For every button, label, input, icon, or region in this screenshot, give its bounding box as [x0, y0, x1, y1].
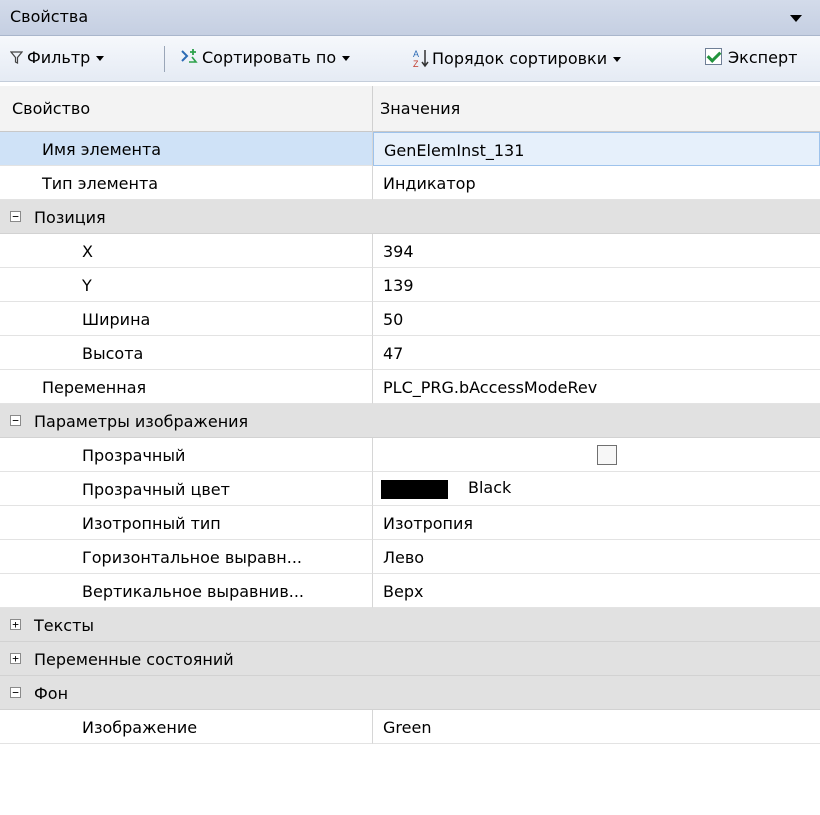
expert-toggle[interactable]: Эксперт — [705, 48, 797, 67]
svg-text:Z: Z — [413, 59, 419, 68]
filter-icon — [9, 51, 24, 64]
property-label: Высота — [82, 344, 144, 363]
property-row-v-align[interactable]: Вертикальное выравнив... Верх — [0, 574, 820, 608]
svg-text:A: A — [413, 49, 419, 59]
property-value[interactable]: 394 — [383, 242, 414, 261]
property-row-width[interactable]: Ширина 50 — [0, 302, 820, 336]
toolbar-separator — [164, 46, 165, 72]
panel-menu-dropdown-icon[interactable] — [790, 15, 802, 22]
sort-order-button[interactable]: A Z Порядок сортировки — [412, 48, 622, 69]
sort-by-dropdown-icon — [342, 56, 351, 61]
category-label: Фон — [34, 684, 69, 703]
expand-icon[interactable]: + — [10, 653, 21, 664]
header-values: Значения — [380, 99, 461, 118]
property-value[interactable]: Black — [468, 478, 511, 497]
property-label: Ширина — [82, 310, 151, 329]
property-value[interactable]: Индикатор — [383, 174, 476, 193]
property-value[interactable]: 139 — [383, 276, 414, 295]
header-property: Свойство — [12, 99, 91, 118]
property-row-h-align[interactable]: Горизонтальное выравн... Лево — [0, 540, 820, 574]
collapse-icon[interactable]: − — [10, 211, 21, 222]
collapse-icon[interactable]: − — [10, 415, 21, 426]
category-label: Позиция — [34, 208, 106, 227]
property-label: Прозрачный цвет — [82, 480, 230, 499]
grid-header: Свойство Значения — [0, 86, 820, 132]
expert-label: Эксперт — [728, 48, 798, 67]
property-label: Прозрачный — [82, 446, 186, 465]
property-row-image[interactable]: Изображение Green — [0, 710, 820, 744]
expert-checkbox[interactable] — [705, 48, 722, 65]
sort-by-button[interactable]: Сортировать по — [180, 48, 351, 67]
property-value[interactable]: Изотропия — [383, 514, 473, 533]
property-label: Имя элемента — [42, 140, 162, 159]
collapse-icon[interactable]: − — [10, 687, 21, 698]
filter-label: Фильтр — [27, 48, 91, 67]
panel-title: Свойства — [10, 7, 89, 26]
property-row-height[interactable]: Высота 47 — [0, 336, 820, 370]
sort-by-label: Сортировать по — [202, 48, 337, 67]
category-label: Тексты — [34, 616, 95, 635]
property-value[interactable]: Лево — [383, 548, 424, 567]
property-grid: Имя элемента GenElemInst_131 Тип элемент… — [0, 132, 820, 744]
sort-az-icon: AZ — [413, 49, 429, 69]
property-row-x[interactable]: X 394 — [0, 234, 820, 268]
property-label: Горизонтальное выравн... — [82, 548, 302, 567]
property-label: X — [82, 242, 93, 261]
property-label: Вертикальное выравнив... — [82, 582, 304, 601]
property-row-transparent[interactable]: Прозрачный — [0, 438, 820, 472]
property-value[interactable]: 50 — [383, 310, 403, 329]
property-row-variable[interactable]: Переменная PLC_PRG.bAccessModeRev — [0, 370, 820, 404]
property-value[interactable]: 47 — [383, 344, 403, 363]
category-row-background[interactable]: − Фон — [0, 676, 820, 710]
property-label: Изображение — [82, 718, 198, 737]
filter-button[interactable]: Фильтр — [9, 48, 105, 67]
color-swatch — [381, 480, 448, 499]
category-row-texts[interactable]: + Тексты — [0, 608, 820, 642]
sort-icon — [181, 49, 198, 63]
property-row-type[interactable]: Тип элемента Индикатор — [0, 166, 820, 200]
property-label: Тип элемента — [42, 174, 159, 193]
property-value[interactable]: Green — [383, 718, 431, 737]
property-row-name[interactable]: Имя элемента GenElemInst_131 — [0, 132, 820, 166]
properties-toolbar: Фильтр Сортировать по A Z Порядок сортиров… — [0, 36, 820, 82]
category-label: Параметры изображения — [34, 412, 249, 431]
expand-icon[interactable]: + — [10, 619, 21, 630]
category-label: Переменные состояний — [34, 650, 234, 669]
transparent-checkbox[interactable] — [597, 445, 617, 465]
category-row-position[interactable]: − Позиция — [0, 200, 820, 234]
property-value[interactable]: Верх — [383, 582, 423, 601]
property-label: Изотропный тип — [82, 514, 221, 533]
property-label: Y — [82, 276, 92, 295]
category-row-state-vars[interactable]: + Переменные состояний — [0, 642, 820, 676]
property-value-input[interactable]: GenElemInst_131 — [384, 141, 524, 160]
panel-titlebar: Свойства — [0, 0, 820, 36]
sort-order-dropdown-icon — [613, 57, 622, 62]
filter-dropdown-icon — [96, 56, 105, 61]
column-divider[interactable] — [372, 86, 373, 132]
property-value[interactable]: PLC_PRG.bAccessModeRev — [383, 378, 597, 397]
property-row-transparent-color[interactable]: Прозрачный цвет Black — [0, 472, 820, 506]
property-label: Переменная — [42, 378, 147, 397]
sort-order-label: Порядок сортировки — [432, 49, 608, 68]
property-row-y[interactable]: Y 139 — [0, 268, 820, 302]
property-row-isotropic[interactable]: Изотропный тип Изотропия — [0, 506, 820, 540]
category-row-image-params[interactable]: − Параметры изображения — [0, 404, 820, 438]
